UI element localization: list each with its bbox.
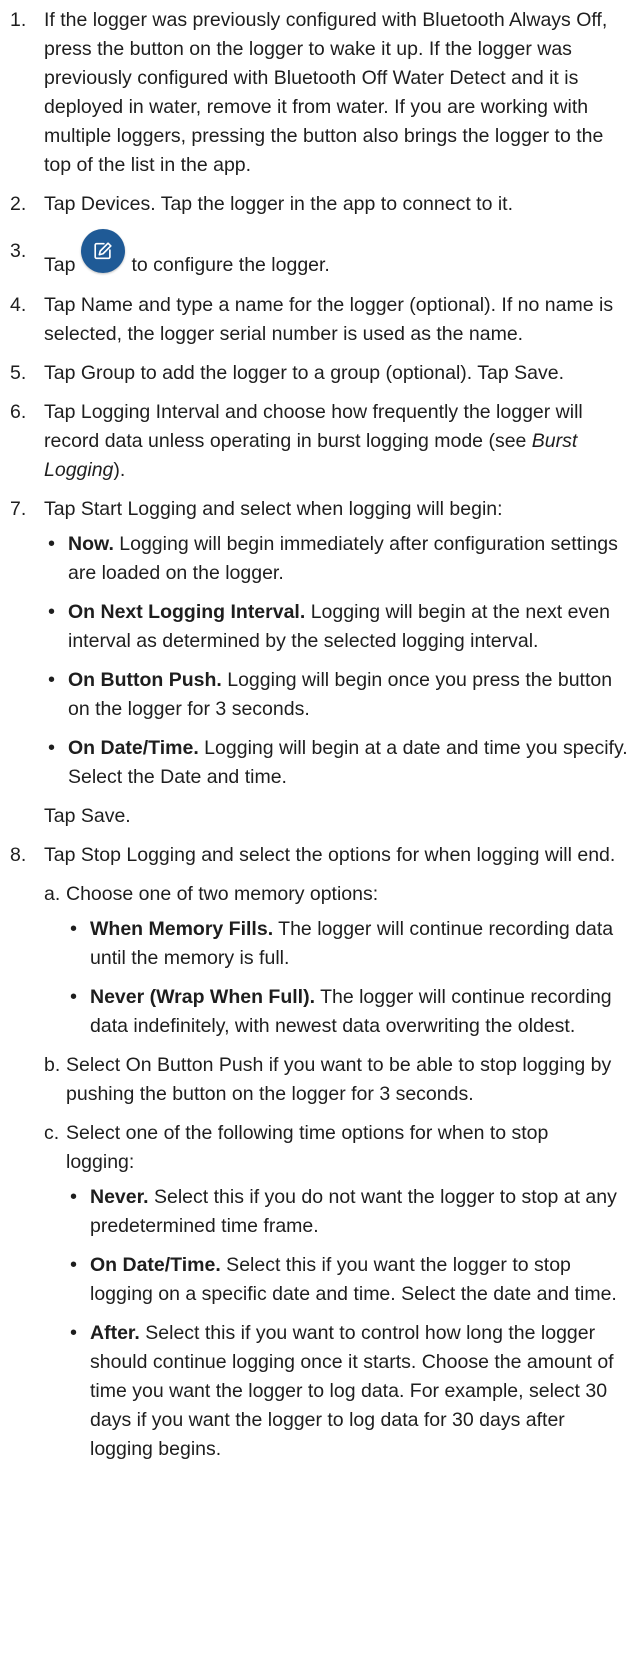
option-title: After. <box>90 1322 140 1344</box>
step-text-post: ). <box>113 459 126 481</box>
substep-text: Choose one of two memory options: <box>66 883 379 905</box>
substep-b: b. Select On Button Push if you want to … <box>44 1051 628 1109</box>
time-options-list: Never. Select this if you do not want th… <box>66 1183 620 1464</box>
step-text: Tap Group to add the logger to a group (… <box>44 362 564 384</box>
step-2: 2. Tap Devices. Tap the logger in the ap… <box>0 190 636 219</box>
step-1: 1. If the logger was previously configur… <box>0 6 636 180</box>
option-title: Never. <box>90 1186 149 1208</box>
step-number: 1. <box>10 9 27 31</box>
step-number: 3. <box>10 240 27 262</box>
substep-letter: c. <box>44 1122 60 1144</box>
step-text: If the logger was previously configured … <box>44 9 608 176</box>
option-text: Logging will begin immediately after con… <box>68 533 618 584</box>
step-3: 3. Tap to configure the logger. <box>0 229 636 281</box>
option-title: When Memory Fills. <box>90 918 274 940</box>
edit-pencil-icon <box>81 229 126 273</box>
step-6: 6. Tap Logging Interval and choose how f… <box>0 398 636 485</box>
step-4: 4. Tap Name and type a name for the logg… <box>0 291 636 349</box>
option-title: Now. <box>68 533 114 555</box>
option-title: On Date/Time. <box>90 1254 221 1276</box>
step-text: Tap Devices. Tap the logger in the app t… <box>44 193 514 215</box>
substep-text: Select On Button Push if you want to be … <box>66 1054 612 1105</box>
step-number: 5. <box>10 362 27 384</box>
step-7: 7. Tap Start Logging and select when log… <box>0 495 636 831</box>
option-title: On Next Logging Interval. <box>68 601 306 623</box>
substep-text: Select one of the following time options… <box>66 1122 549 1173</box>
substep-letter: b. <box>44 1054 61 1076</box>
start-options-list: Now. Logging will begin immediately afte… <box>44 530 628 792</box>
memory-options-list: When Memory Fills. The logger will conti… <box>66 915 620 1041</box>
substep-c: c. Select one of the following time opti… <box>44 1119 628 1464</box>
step-text-pre: Tap Logging Interval and choose how freq… <box>44 401 583 452</box>
list-item: After. Select this if you want to contro… <box>66 1319 620 1464</box>
list-item: On Button Push. Logging will begin once … <box>44 666 628 724</box>
list-item: Now. Logging will begin immediately afte… <box>44 530 628 588</box>
step-number: 2. <box>10 193 27 215</box>
list-item: Never (Wrap When Full). The logger will … <box>66 983 620 1041</box>
step-text-post: to configure the logger. <box>131 254 330 276</box>
step-5: 5. Tap Group to add the logger to a grou… <box>0 359 636 388</box>
step-8: 8. Tap Stop Logging and select the optio… <box>0 841 636 1464</box>
option-text: Select this if you want to control how l… <box>90 1322 614 1460</box>
substep-a: a. Choose one of two memory options: Whe… <box>44 880 628 1041</box>
instructions-page: 1. If the logger was previously configur… <box>0 0 636 1664</box>
list-item: On Next Logging Interval. Logging will b… <box>44 598 628 656</box>
step-number: 4. <box>10 294 27 316</box>
substep-letter: a. <box>44 883 61 905</box>
step-text: Tap Name and type a name for the logger … <box>44 294 614 345</box>
list-item: On Date/Time. Logging will begin at a da… <box>44 734 628 792</box>
list-item: On Date/Time. Select this if you want th… <box>66 1251 620 1309</box>
step-text: Tap Stop Logging and select the options … <box>44 844 616 866</box>
step-text: Tap Start Logging and select when loggin… <box>44 498 503 520</box>
option-title: On Button Push. <box>68 669 222 691</box>
step-after-text: Tap Save. <box>44 805 131 827</box>
step-number: 8. <box>10 844 27 866</box>
step-number: 7. <box>10 498 27 520</box>
step-text-pre: Tap <box>44 254 76 276</box>
option-title: On Date/Time. <box>68 737 199 759</box>
list-item: When Memory Fills. The logger will conti… <box>66 915 620 973</box>
option-title: Never (Wrap When Full). <box>90 986 315 1008</box>
list-item: Never. Select this if you do not want th… <box>66 1183 620 1241</box>
option-text: Select this if you do not want the logge… <box>90 1186 617 1237</box>
step-number: 6. <box>10 401 27 423</box>
